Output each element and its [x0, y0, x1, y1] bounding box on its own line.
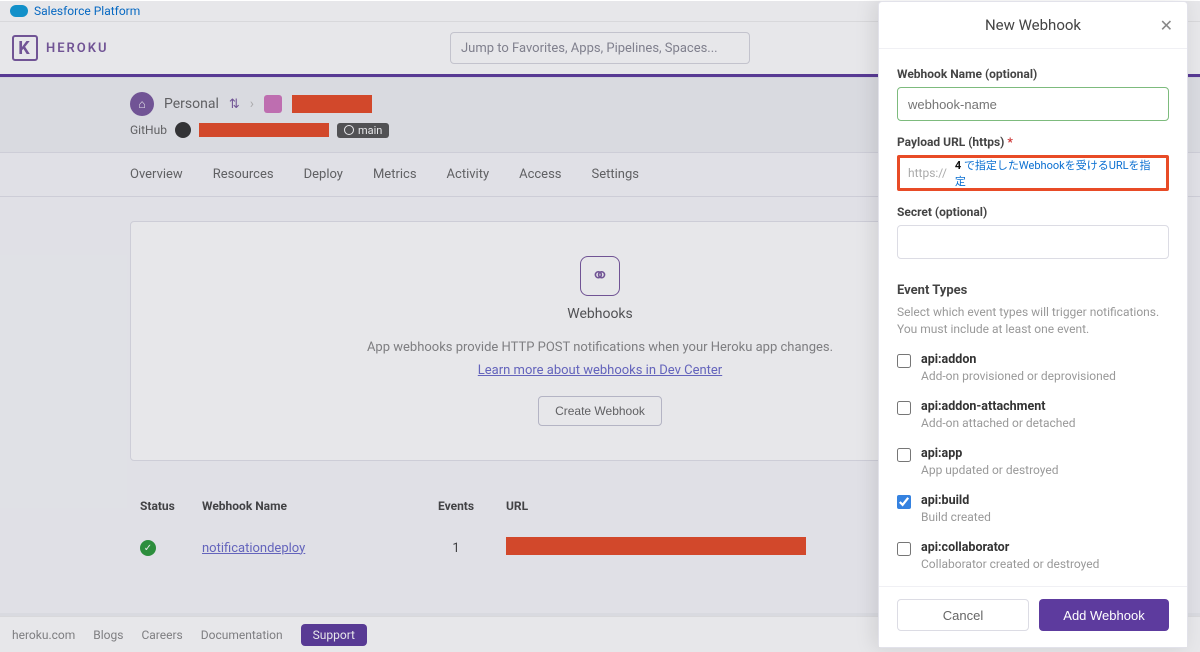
event-type-row[interactable]: api:app App updated or destroyed: [897, 446, 1169, 477]
webhook-name-label: Webhook Name (optional): [897, 67, 1169, 81]
close-icon[interactable]: ✕: [1160, 16, 1173, 35]
event-checkbox[interactable]: [897, 448, 911, 462]
payload-url-label: Payload URL (https) *: [897, 135, 1169, 149]
event-checkbox[interactable]: [897, 354, 911, 368]
webhook-name-input[interactable]: [897, 87, 1169, 121]
url-annotation: 4 4 で指定したWebhookを受けるURLを指定で指定したWebhookを受…: [955, 157, 1158, 189]
event-name: api:addon: [921, 352, 1116, 367]
event-desc: Add-on attached or detached: [921, 416, 1076, 430]
event-desc: Collaborator created or destroyed: [921, 557, 1099, 571]
event-name: api:build: [921, 493, 991, 508]
secret-input[interactable]: [897, 225, 1169, 259]
event-checkbox[interactable]: [897, 495, 911, 509]
new-webhook-panel: New Webhook ✕ Webhook Name (optional) Pa…: [878, 1, 1188, 648]
url-prefix: https://: [908, 166, 947, 180]
event-name: api:app: [921, 446, 1059, 461]
payload-url-input[interactable]: https:// 4 4 で指定したWebhookを受けるURLを指定で指定した…: [897, 155, 1169, 191]
event-desc: Add-on provisioned or deprovisioned: [921, 369, 1116, 383]
event-desc: App updated or destroyed: [921, 463, 1059, 477]
event-desc: Build created: [921, 510, 991, 524]
event-type-row[interactable]: api:addon-attachment Add-on attached or d…: [897, 399, 1169, 430]
secret-label: Secret (optional): [897, 205, 1169, 219]
event-types-title: Event Types: [897, 283, 1169, 298]
event-type-row[interactable]: api:build Build created: [897, 493, 1169, 524]
event-types-subtitle: Select which event types will trigger no…: [897, 304, 1169, 338]
event-checkbox[interactable]: [897, 542, 911, 556]
event-type-row[interactable]: api:addon Add-on provisioned or deprovisi…: [897, 352, 1169, 383]
cancel-button[interactable]: Cancel: [897, 599, 1029, 631]
event-name: api:addon-attachment: [921, 399, 1076, 414]
add-webhook-button[interactable]: Add Webhook: [1039, 599, 1169, 631]
event-name: api:collaborator: [921, 540, 1099, 555]
panel-title: New Webhook: [893, 16, 1173, 34]
event-checkbox[interactable]: [897, 401, 911, 415]
event-type-row[interactable]: api:collaborator Collaborator created or …: [897, 540, 1169, 571]
